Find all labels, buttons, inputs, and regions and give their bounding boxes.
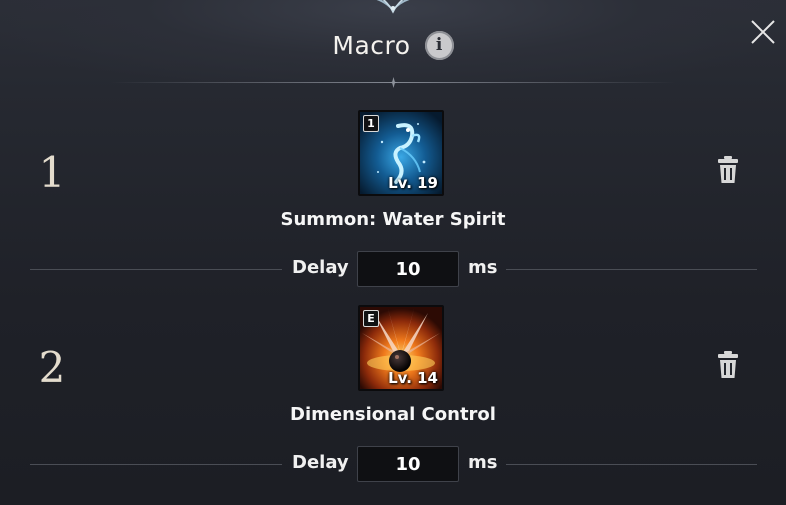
hotkey-badge: 1 [363,115,379,132]
divider-right [506,464,757,465]
divider-gem-icon [389,77,398,88]
delay-input[interactable] [357,446,459,482]
macro-entry-1: 1 1 Lv. 19 Summon: Water Spirit Delay 10… [0,110,786,306]
delay-label: Delay [292,257,349,278]
delay-input[interactable] [357,251,459,287]
skill-level: Lv. 19 [388,174,438,192]
water-spirit-icon[interactable]: 1 Lv. 19 [358,110,444,196]
dimensional-control-icon[interactable]: E Lv. 14 [358,305,444,391]
macro-entry-2: 2 E Lv. 14 Dimensional Control Delay 10 … [0,305,786,501]
divider-right [506,269,757,270]
page-title: Macro [332,30,411,60]
hotkey-badge: E [363,310,379,327]
delay-row: Delay ms [0,446,786,482]
top-ornament-icon [376,0,410,14]
skill-name: Dimensional Control [290,404,496,425]
delay-row: Delay ms [0,251,786,287]
delay-label: Delay [292,452,349,473]
info-icon[interactable]: i [424,30,454,60]
header: Macro i [0,0,786,88]
divider-left [30,464,282,465]
title-row: Macro i [0,24,786,66]
trash-icon[interactable] [714,351,742,379]
trash-icon[interactable] [714,156,742,184]
skill-level: Lv. 14 [388,369,438,387]
delay-unit: ms [468,452,498,473]
skill-name: Summon: Water Spirit [280,209,506,230]
delay-unit: ms [468,257,498,278]
entry-number: 1 [38,148,66,197]
close-icon[interactable] [749,18,777,46]
entry-number: 2 [38,343,66,392]
divider-left [30,269,282,270]
